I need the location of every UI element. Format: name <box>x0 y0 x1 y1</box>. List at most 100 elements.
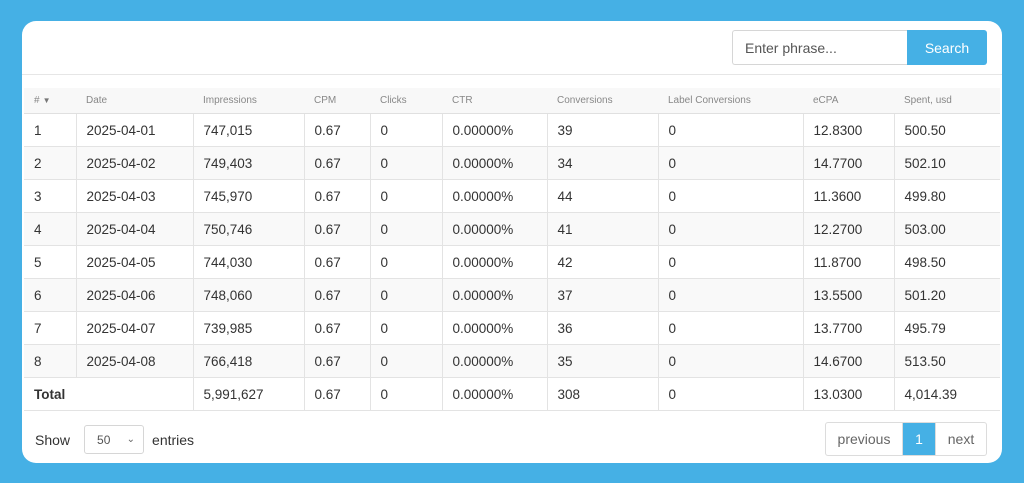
table-cell: 0 <box>657 278 803 312</box>
table-cell: 2025-04-06 <box>75 278 193 312</box>
table-cell: 0.00000% <box>441 146 547 180</box>
table-cell: 7 <box>24 311 76 345</box>
column-header-label: # <box>34 95 40 106</box>
table-cell: 2025-04-04 <box>75 212 193 246</box>
table-cell: 0.00000% <box>441 179 547 213</box>
page-size-value: 50 <box>97 432 111 447</box>
toolbar-divider <box>22 74 1002 75</box>
table-row: 6 2025-04-06 748,060 0.67 0 0.00000% 37 0 13.550… <box>24 278 1000 312</box>
search-input[interactable] <box>732 30 907 65</box>
table-cell: 0 <box>657 113 803 147</box>
table-cell: 0 <box>369 179 442 213</box>
total-cell: 0.00000% <box>441 377 547 411</box>
show-label: Show <box>35 431 71 448</box>
page-size-select[interactable]: 50 ⌄ <box>84 425 145 454</box>
table-row: 1 2025-04-01 747,015 0.67 0 0.00000% 39 0 12.830… <box>24 113 1000 147</box>
entries-label: entries <box>152 431 195 448</box>
table-cell: 0 <box>657 344 803 378</box>
stats-table: # ▼ Date Impressions CPM Clicks CTR Conversions… <box>24 88 1000 411</box>
table-cell: 499.80 <box>893 179 1000 213</box>
table-cell: 0 <box>657 146 803 180</box>
column-header-label: Clicks <box>380 95 407 106</box>
total-cell: 0 <box>657 377 803 411</box>
total-row: Total 5,991,627 0.67 0 0.00000% 308 0 13.0300 4,… <box>24 377 1000 411</box>
table-cell: 0.67 <box>303 113 370 147</box>
table-cell: 0 <box>657 245 803 279</box>
column-header[interactable]: Clicks <box>370 88 442 114</box>
previous-page-button[interactable]: previous <box>826 423 903 455</box>
table-cell: 748,060 <box>192 278 304 312</box>
column-header[interactable]: # ▼ <box>24 88 76 114</box>
total-label: Total <box>24 377 193 411</box>
table-row: 8 2025-04-08 766,418 0.67 0 0.00000% 35 0 14.670… <box>24 344 1000 378</box>
column-header-label: Spent, usd <box>904 95 952 106</box>
column-header[interactable]: Date <box>76 88 193 114</box>
column-header[interactable]: Spent, usd <box>894 88 1000 114</box>
table-cell: 0 <box>369 212 442 246</box>
table-cell: 500.50 <box>893 113 1000 147</box>
table-cell: 502.10 <box>893 146 1000 180</box>
table-cell: 11.8700 <box>802 245 894 279</box>
table-cell: 0 <box>369 245 442 279</box>
total-cell: 0 <box>369 377 442 411</box>
table-row: 5 2025-04-05 744,030 0.67 0 0.00000% 42 0 11.870… <box>24 245 1000 279</box>
column-header[interactable]: eCPA <box>803 88 894 114</box>
table-cell: 36 <box>546 311 658 345</box>
table-cell: 5 <box>24 245 76 279</box>
table-body: 1 2025-04-01 747,015 0.67 0 0.00000% 39 0 12.830… <box>24 113 1000 411</box>
table-cell: 2025-04-05 <box>75 245 193 279</box>
column-header-label: CTR <box>452 95 473 106</box>
table-cell: 744,030 <box>192 245 304 279</box>
table-cell: 0.67 <box>303 311 370 345</box>
table-cell: 0.00000% <box>441 278 547 312</box>
table-cell: 0 <box>657 311 803 345</box>
column-header[interactable]: CPM <box>304 88 370 114</box>
column-header-label: Conversions <box>557 95 613 106</box>
table-cell: 2025-04-02 <box>75 146 193 180</box>
table-cell: 495.79 <box>893 311 1000 345</box>
table-cell: 41 <box>546 212 658 246</box>
page-1-button[interactable]: 1 <box>903 423 935 455</box>
table-cell: 2 <box>24 146 76 180</box>
table-cell: 739,985 <box>192 311 304 345</box>
table-cell: 2025-04-07 <box>75 311 193 345</box>
table-cell: 0.67 <box>303 179 370 213</box>
table-cell: 0.67 <box>303 245 370 279</box>
table-cell: 0 <box>369 311 442 345</box>
column-header-label: Impressions <box>203 95 257 106</box>
table-cell: 0.00000% <box>441 245 547 279</box>
table-cell: 39 <box>546 113 658 147</box>
table-cell: 0.67 <box>303 344 370 378</box>
page-length-control: Show 50 ⌄ entries <box>35 425 194 454</box>
total-cell: 308 <box>546 377 658 411</box>
column-header[interactable]: CTR <box>442 88 547 114</box>
table-cell: 35 <box>546 344 658 378</box>
table-cell: 0.00000% <box>441 344 547 378</box>
table-cell: 0 <box>657 179 803 213</box>
search-bar: Search <box>732 30 987 65</box>
table-row: 3 2025-04-03 745,970 0.67 0 0.00000% 44 0 11.360… <box>24 179 1000 213</box>
sort-desc-icon: ▼ <box>42 96 51 105</box>
table-cell: 501.20 <box>893 278 1000 312</box>
search-button[interactable]: Search <box>907 30 987 65</box>
column-header-label: eCPA <box>813 95 839 106</box>
column-header[interactable]: Impressions <box>193 88 304 114</box>
table-cell: 12.2700 <box>802 212 894 246</box>
table-cell: 11.3600 <box>802 179 894 213</box>
table-cell: 0.67 <box>303 212 370 246</box>
table-cell: 749,403 <box>192 146 304 180</box>
chevron-down-icon: ⌄ <box>126 434 136 445</box>
table-cell: 503.00 <box>893 212 1000 246</box>
table-row: 7 2025-04-07 739,985 0.67 0 0.00000% 36 0 13.770… <box>24 311 1000 345</box>
table-cell: 14.7700 <box>802 146 894 180</box>
table-cell: 0 <box>369 344 442 378</box>
column-header-label: Label Conversions <box>668 95 751 106</box>
next-page-button[interactable]: next <box>935 423 986 455</box>
table-cell: 13.7700 <box>802 311 894 345</box>
column-header[interactable]: Label Conversions <box>658 88 803 114</box>
column-header[interactable]: Conversions <box>547 88 658 114</box>
table-cell: 745,970 <box>192 179 304 213</box>
table-cell: 2025-04-03 <box>75 179 193 213</box>
table-cell: 0.67 <box>303 278 370 312</box>
report-card: Search #▼ Date Impressions CPM Clicks CTR Conv… <box>22 21 1002 463</box>
